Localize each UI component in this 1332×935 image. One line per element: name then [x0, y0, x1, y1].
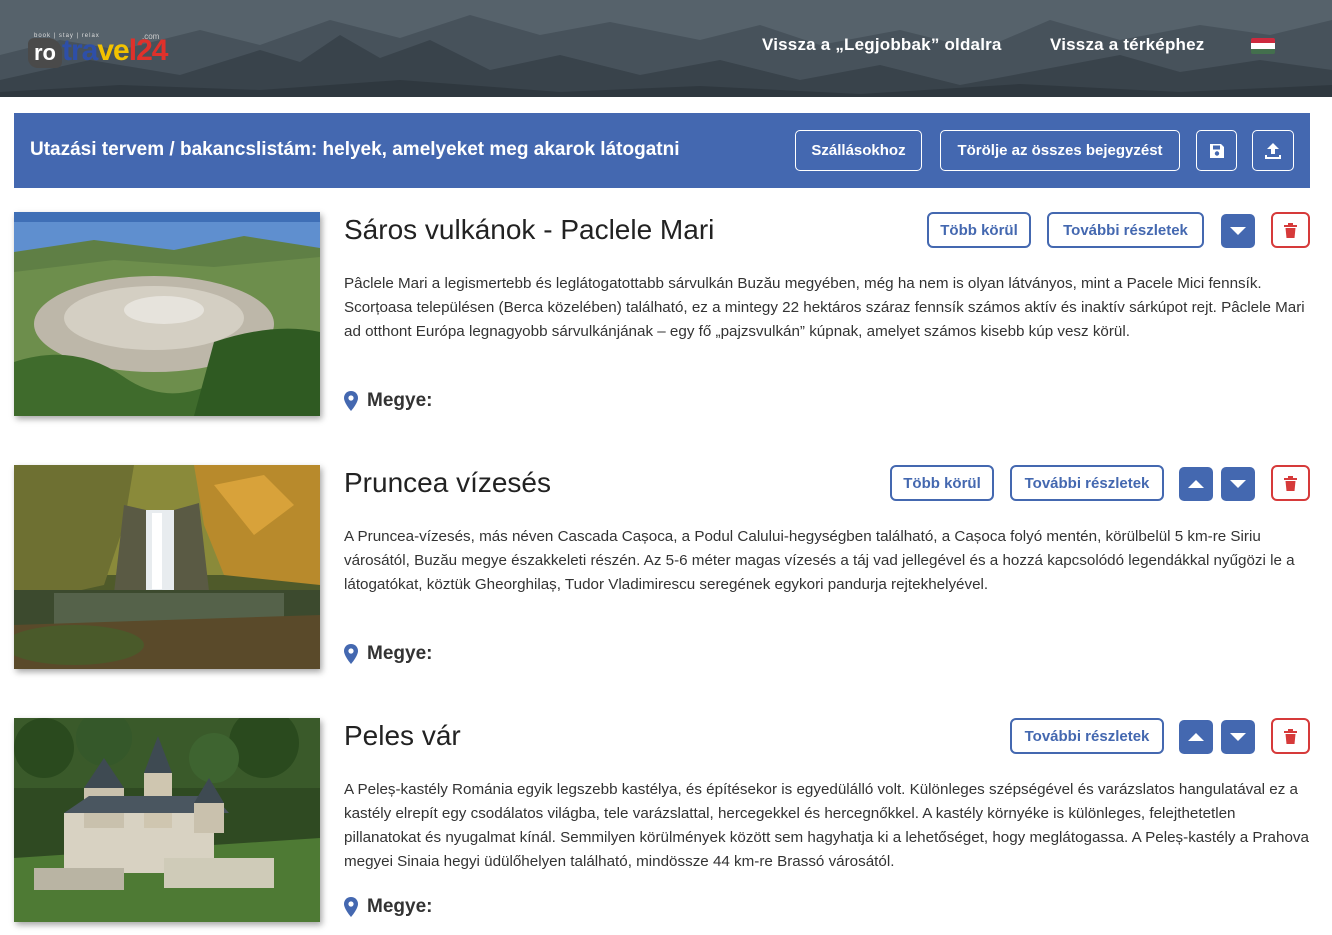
delete-item-button[interactable]: [1271, 465, 1310, 501]
place-title: Peles vár: [344, 720, 461, 751]
upload-icon: [1265, 142, 1281, 159]
logo-tagline: book | stay | relax: [34, 33, 100, 39]
move-up-button[interactable]: [1179, 467, 1213, 501]
place-image-peles-castle[interactable]: [14, 718, 320, 922]
chevron-down-icon: [1230, 733, 1246, 741]
county-label: Megye:: [367, 390, 433, 411]
travel-plan-bar: Utazási tervem / bakancslistám: helyek, …: [14, 113, 1310, 188]
logo-ro-badge: ro: [28, 38, 62, 68]
trash-icon: [1284, 222, 1297, 238]
trash-icon: [1284, 728, 1297, 744]
place-title: Pruncea vízesés: [344, 467, 551, 498]
logo-domain: .com: [142, 32, 160, 41]
chevron-up-icon: [1188, 480, 1204, 488]
accommodation-button[interactable]: Szállásokhoz: [795, 130, 922, 171]
location-pin-icon: [344, 644, 358, 664]
site-header: ro travel24 book | stay | relax .com Vis…: [0, 0, 1332, 97]
upload-button[interactable]: [1252, 130, 1294, 171]
location-pin-icon: [344, 391, 358, 411]
move-down-button[interactable]: [1221, 720, 1255, 754]
county-row: Megye:: [344, 896, 432, 918]
save-button[interactable]: [1196, 130, 1237, 171]
more-around-button[interactable]: Több körül: [890, 465, 994, 501]
county-label: Megye:: [367, 896, 433, 917]
wishlist-item: Pruncea vízesés Több körül További részl…: [14, 465, 1310, 670]
place-image-waterfall[interactable]: [14, 465, 320, 669]
chevron-up-icon: [1188, 733, 1204, 741]
hungarian-flag-icon[interactable]: [1251, 38, 1275, 54]
place-description: A Pruncea-vízesés, más néven Cascada Caș…: [344, 528, 1295, 593]
chevron-down-icon: [1230, 480, 1246, 488]
wishlist-item: Peles vár További részletek A Peleș-kast…: [14, 718, 1310, 923]
place-title: Sáros vulkánok - Paclele Mari: [344, 214, 715, 245]
wishlist-item: Sáros vulkánok - Paclele Mari Több körül…: [14, 212, 1310, 417]
delete-item-button[interactable]: [1271, 212, 1310, 248]
delete-item-button[interactable]: [1271, 718, 1310, 754]
site-logo[interactable]: ro travel24: [28, 24, 168, 68]
more-details-button[interactable]: További részletek: [1047, 212, 1204, 248]
move-down-button[interactable]: [1221, 467, 1255, 501]
county-label: Megye:: [367, 643, 433, 664]
more-details-button[interactable]: További részletek: [1010, 465, 1164, 501]
chevron-down-icon: [1230, 227, 1246, 235]
save-icon: [1209, 143, 1224, 158]
move-up-button[interactable]: [1179, 720, 1213, 754]
nav-back-to-map[interactable]: Vissza a térképhez: [1050, 35, 1204, 55]
more-details-button[interactable]: További részletek: [1010, 718, 1164, 754]
location-pin-icon: [344, 897, 358, 917]
county-row: Megye:: [344, 390, 432, 412]
delete-all-button[interactable]: Törölje az összes bejegyzést: [940, 130, 1180, 171]
trash-icon: [1284, 475, 1297, 491]
move-down-button[interactable]: [1221, 214, 1255, 248]
place-image-mud-volcanoes[interactable]: [14, 212, 320, 416]
plan-title: Utazási tervem / bakancslistám: helyek, …: [30, 139, 680, 160]
county-row: Megye:: [344, 643, 432, 665]
place-description: Pâclele Mari a legismertebb és leglátoga…: [344, 275, 1305, 340]
place-description: A Peleș-kastély Románia egyik legszebb k…: [344, 781, 1309, 870]
more-around-button[interactable]: Több körül: [927, 212, 1031, 248]
nav-back-to-best[interactable]: Vissza a „Legjobbak” oldalra: [762, 35, 1002, 55]
